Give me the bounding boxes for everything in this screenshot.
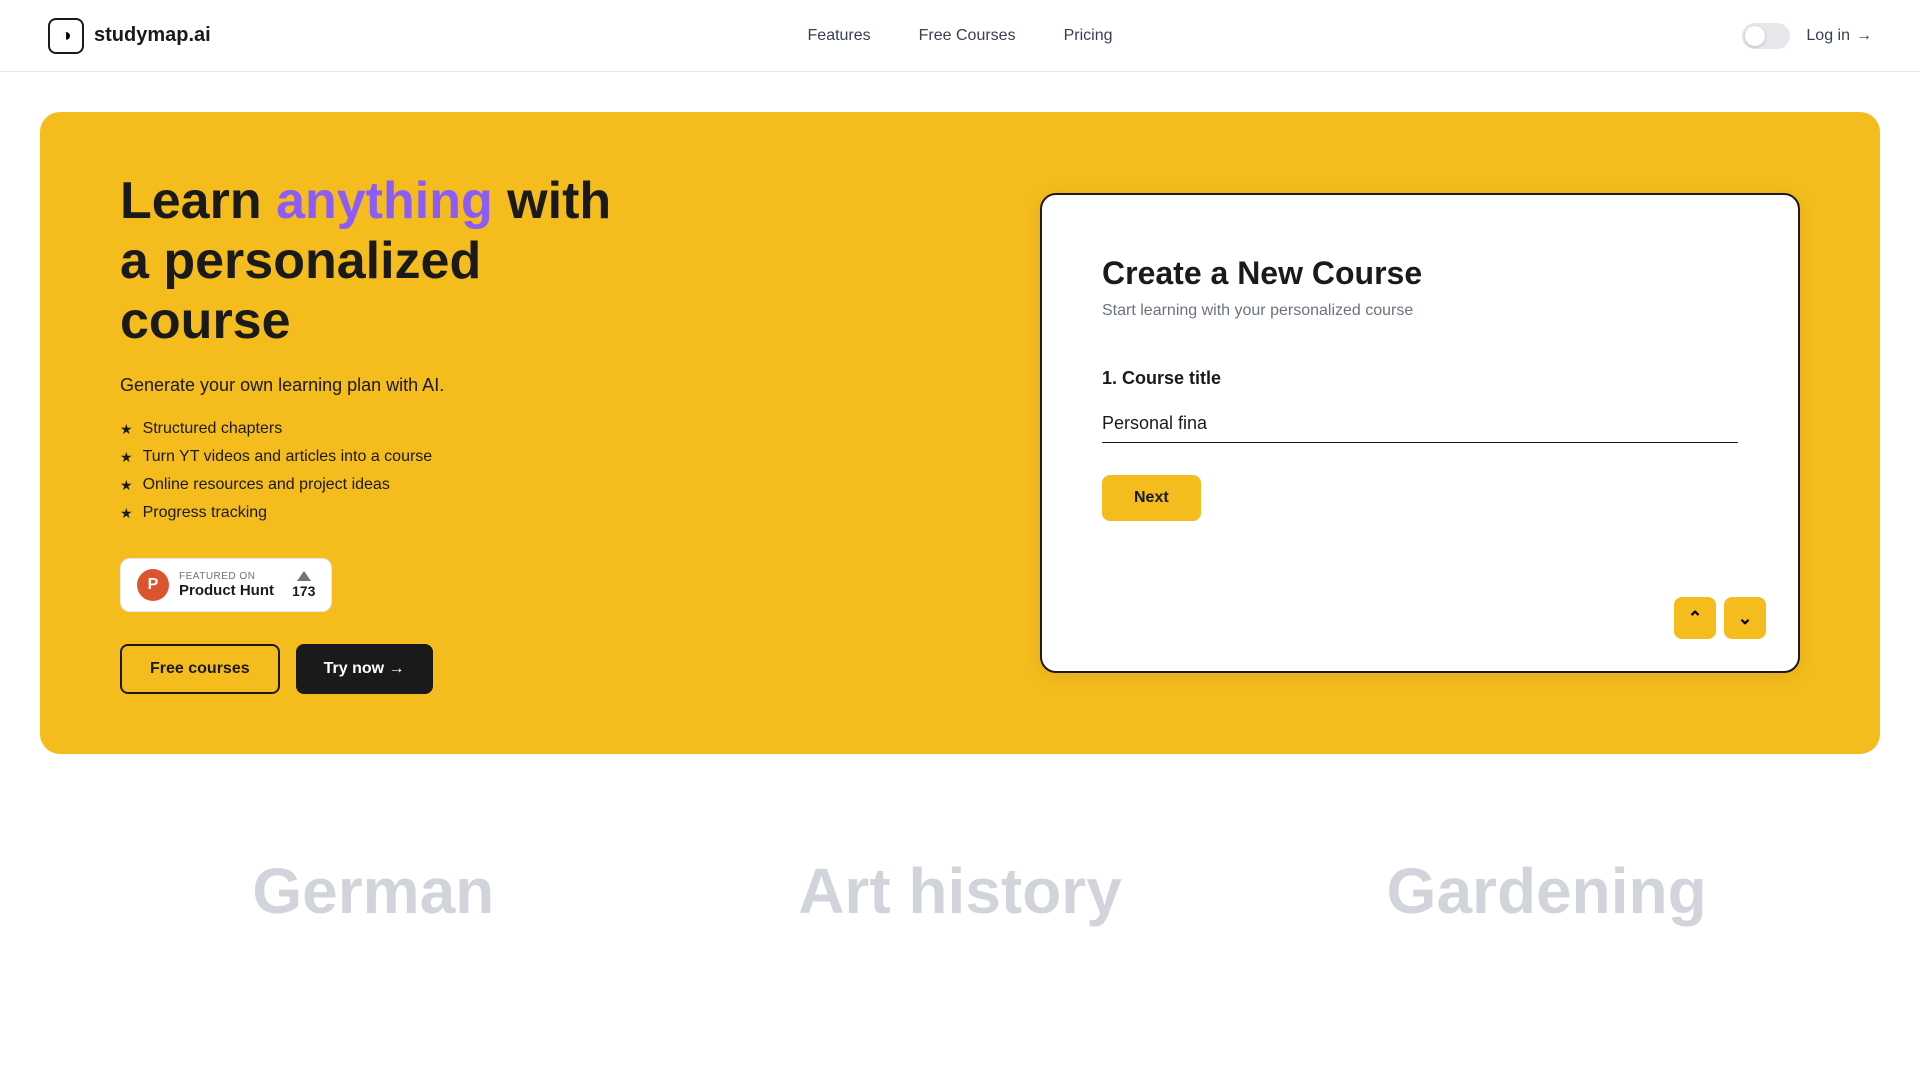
navbar: ◑ studymap.ai Features Free Courses Pric…: [0, 0, 1920, 72]
star-icon: ★: [120, 421, 133, 438]
course-card: Create a New Course Start learning with …: [1040, 193, 1800, 673]
feature-item: ★Progress tracking: [120, 504, 640, 522]
theme-toggle[interactable]: [1742, 23, 1790, 49]
nav-free-courses[interactable]: Free Courses: [919, 27, 1016, 45]
hero-highlight: anything: [276, 172, 493, 230]
hero-section: Learn anything with a personalized cours…: [40, 112, 1880, 754]
feature-list: ★Structured chapters ★Turn YT videos and…: [120, 420, 640, 522]
main-nav: Features Free Courses Pricing: [808, 27, 1113, 45]
navbar-right: Log in →: [1742, 23, 1872, 49]
card-title: Create a New Course: [1102, 255, 1738, 292]
nav-down-button[interactable]: ⌄: [1724, 597, 1766, 639]
hero-subtitle: Generate your own learning plan with AI.: [120, 375, 640, 396]
try-now-button[interactable]: Try now →: [296, 644, 433, 694]
ph-logo: P: [137, 569, 169, 601]
login-button[interactable]: Log in →: [1806, 27, 1872, 45]
free-courses-button[interactable]: Free courses: [120, 644, 280, 694]
hero-content: Learn anything with a personalized cours…: [120, 172, 640, 694]
chevron-up-icon: ⌃: [1687, 608, 1702, 629]
next-button[interactable]: Next: [1102, 475, 1201, 521]
hero-buttons: Free courses Try now →: [120, 644, 640, 694]
nav-features[interactable]: Features: [808, 27, 871, 45]
bottom-title-german: German: [80, 854, 667, 928]
bottom-section: German Art history Gardening: [0, 794, 1920, 928]
product-hunt-badge[interactable]: P FEATURED ON Product Hunt 173: [120, 558, 332, 612]
hero-title: Learn anything with a personalized cours…: [120, 172, 640, 351]
ph-text: FEATURED ON Product Hunt: [179, 571, 274, 599]
brand-name: studymap.ai: [94, 24, 211, 47]
star-icon: ★: [120, 505, 133, 522]
feature-item: ★Online resources and project ideas: [120, 476, 640, 494]
course-title-input[interactable]: [1102, 405, 1738, 443]
star-icon: ★: [120, 477, 133, 494]
navbar-brand-area: ◑ studymap.ai: [48, 18, 211, 54]
course-title-label: 1. Course title: [1102, 368, 1738, 389]
card-nav-buttons: ⌃ ⌄: [1674, 597, 1766, 639]
feature-item: ★Turn YT videos and articles into a cour…: [120, 448, 640, 466]
ph-votes: 173: [292, 571, 315, 599]
bottom-title-gardening: Gardening: [1253, 854, 1840, 928]
chevron-down-icon: ⌄: [1737, 608, 1752, 629]
card-subtitle: Start learning with your personalized co…: [1102, 302, 1738, 320]
bottom-title-art-history: Art history: [667, 854, 1254, 928]
nav-pricing[interactable]: Pricing: [1064, 27, 1113, 45]
feature-item: ★Structured chapters: [120, 420, 640, 438]
upvote-triangle-icon: [297, 571, 311, 581]
toggle-thumb: [1745, 26, 1765, 46]
logo-icon: ◑: [48, 18, 84, 54]
nav-up-button[interactable]: ⌃: [1674, 597, 1716, 639]
star-icon: ★: [120, 449, 133, 466]
